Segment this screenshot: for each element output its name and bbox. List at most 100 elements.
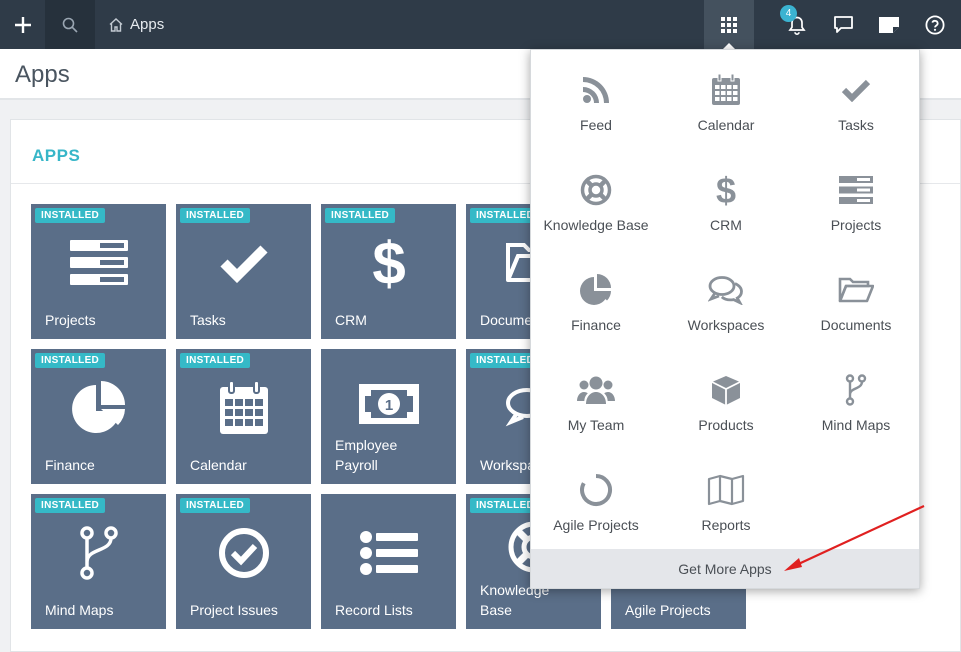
dropdown-item-mind-maps[interactable]: Mind Maps	[791, 350, 921, 450]
app-tile-crm[interactable]: INSTALLED $ CRM	[321, 204, 456, 339]
search-icon	[62, 17, 78, 33]
calendar-icon	[176, 377, 311, 439]
app-tile-projects[interactable]: INSTALLED Projects	[31, 204, 166, 339]
ring-icon	[531, 472, 661, 508]
dollar-icon: $	[321, 232, 456, 294]
team-icon	[531, 372, 661, 408]
app-tile-tasks[interactable]: INSTALLED Tasks	[176, 204, 311, 339]
dropdown-item-label: Documents	[820, 317, 892, 333]
plus-icon	[14, 16, 31, 33]
installed-badge: INSTALLED	[180, 353, 251, 368]
annotation-arrow	[784, 505, 925, 571]
app-tile-label: Docume	[480, 312, 533, 328]
list-icon	[321, 522, 456, 584]
rss-icon	[531, 72, 661, 108]
money-icon: 1	[321, 373, 456, 435]
installed-badge: INSTALLED	[35, 498, 106, 513]
app-tile-label: CRM	[335, 312, 367, 328]
dropdown-item-knowledge-base[interactable]: Knowledge Base	[531, 150, 661, 250]
help-icon	[925, 14, 945, 35]
dropdown-item-label: CRM	[710, 217, 742, 233]
dropdown-item-label: Projects	[830, 217, 882, 233]
add-button[interactable]	[0, 0, 45, 49]
installed-badge: INSTALLED	[180, 208, 251, 223]
dropdown-item-feed[interactable]: Feed	[531, 50, 661, 150]
svg-text:$: $	[372, 232, 405, 294]
app-tile-label: Mind Maps	[45, 602, 114, 618]
dropdown-item-label: Knowledge Base	[543, 217, 649, 233]
chat-icon	[661, 272, 791, 308]
app-tile-record-lists[interactable]: Record Lists	[321, 494, 456, 629]
dropdown-item-tasks[interactable]: Tasks	[791, 50, 921, 150]
dropdown-item-finance[interactable]: Finance	[531, 250, 661, 350]
dropdown-item-my-team[interactable]: My Team	[531, 350, 661, 450]
home-icon	[109, 18, 123, 32]
notes-button[interactable]	[869, 0, 909, 49]
lifebuoy-icon	[531, 172, 661, 208]
app-tile-finance[interactable]: INSTALLED Finance	[31, 349, 166, 484]
branch-icon	[31, 522, 166, 584]
dropdown-item-projects[interactable]: Projects	[791, 150, 921, 250]
search-button[interactable]	[45, 0, 95, 49]
projects-icon	[31, 232, 166, 294]
folder-icon	[791, 272, 921, 308]
check-icon	[791, 72, 921, 108]
app-tile-employee-payroll[interactable]: 1 Employee Payroll	[321, 349, 456, 484]
breadcrumb-label: Apps	[130, 16, 165, 33]
panel-title: APPS	[32, 146, 81, 165]
messages-button[interactable]	[823, 0, 863, 49]
dropdown-item-agile-projects[interactable]: Agile Projects	[531, 450, 661, 550]
help-button[interactable]	[915, 0, 955, 49]
top-bar: Apps 4	[0, 0, 961, 49]
dropdown-item-label: Workspaces	[687, 317, 765, 333]
installed-badge: INSTALLED	[325, 208, 396, 223]
chat-bubble-icon	[833, 16, 853, 33]
app-tile-label: Finance	[45, 457, 95, 473]
app-tile-label: Project Issues	[190, 602, 278, 618]
dropdown-item-label: Mind Maps	[821, 417, 891, 433]
app-tile-label: Workspa	[480, 457, 535, 473]
dropdown-item-workspaces[interactable]: Workspaces	[661, 250, 791, 350]
dropdown-item-label: Tasks	[838, 117, 874, 133]
projects-icon	[791, 172, 921, 208]
app-tile-project-issues[interactable]: INSTALLED Project Issues	[176, 494, 311, 629]
installed-badge: INSTALLED	[180, 498, 251, 513]
map-icon	[661, 472, 791, 508]
installed-badge: INSTALLED	[35, 208, 106, 223]
dropdown-item-reports[interactable]: Reports	[661, 450, 791, 550]
apps-menu-button[interactable]	[704, 0, 754, 49]
svg-text:1: 1	[384, 397, 392, 414]
dropdown-item-label: My Team	[567, 417, 625, 433]
notification-count-badge: 4	[780, 5, 797, 22]
calendar-icon	[661, 72, 791, 108]
dropdown-item-calendar[interactable]: Calendar	[661, 50, 791, 150]
dropdown-item-label: Products	[698, 417, 754, 433]
check-circle-icon	[176, 522, 311, 584]
breadcrumb[interactable]: Apps	[108, 0, 164, 49]
dropdown-item-products[interactable]: Products	[661, 350, 791, 450]
dropdown-item-label: Feed	[580, 117, 612, 133]
branch-icon	[791, 372, 921, 408]
app-tile-label: Agile Projects	[625, 602, 711, 618]
svg-text:$: $	[716, 172, 736, 208]
app-tile-label: Tasks	[190, 312, 226, 328]
dropdown-item-label: Agile Projects	[553, 517, 639, 533]
grid-icon	[721, 16, 737, 33]
app-tile-label: Calendar	[190, 457, 247, 473]
app-tile-calendar[interactable]: INSTALLED Calendar	[176, 349, 311, 484]
dropdown-item-label: Reports	[701, 517, 751, 533]
dropdown-item-documents[interactable]: Documents	[791, 250, 921, 350]
app-tile-label: Record Lists	[335, 602, 413, 618]
installed-badge: INSTALLED	[35, 353, 106, 368]
pie-chart-icon	[531, 272, 661, 308]
box-icon	[661, 372, 791, 408]
app-tile-label: Employee Payroll	[335, 437, 398, 473]
page-title: Apps	[15, 61, 70, 88]
dropdown-item-label: Finance	[571, 317, 621, 333]
pie-chart-icon	[31, 377, 166, 439]
dropdown-item-crm[interactable]: $ CRM	[661, 150, 791, 250]
app-tile-mind-maps[interactable]: INSTALLED Mind Maps	[31, 494, 166, 629]
dollar-icon: $	[661, 172, 791, 208]
note-icon	[879, 16, 899, 33]
app-tile-label: Projects	[45, 312, 96, 328]
